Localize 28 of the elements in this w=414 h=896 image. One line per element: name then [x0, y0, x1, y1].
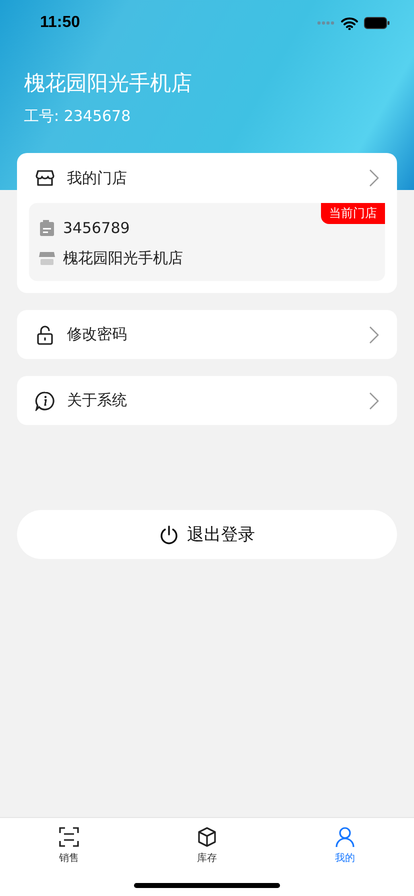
tab-item[interactable]: 我的 [315, 826, 375, 866]
wifi-icon [341, 16, 358, 30]
box-icon [196, 826, 218, 848]
shop-icon [39, 250, 55, 266]
my-store-row[interactable]: 我的门店 [17, 153, 397, 203]
scan-icon [58, 826, 80, 848]
tab-item[interactable]: 库存 [177, 826, 237, 866]
employee-id: 工号: 2345678 [24, 107, 132, 126]
unlock-icon [35, 324, 55, 344]
tab-item[interactable]: 销售 [39, 826, 99, 866]
info-icon [35, 390, 55, 410]
chevron-right-icon [369, 392, 379, 410]
change-password-row[interactable]: 修改密码 [17, 310, 397, 359]
current-store-badge: 当前门店 [321, 203, 385, 224]
chevron-right-icon [369, 326, 379, 344]
power-icon [159, 524, 179, 544]
logout-button[interactable]: 退出登录 [17, 510, 397, 559]
store-code: 3456789 [63, 219, 130, 237]
status-time: 11:50 [40, 14, 80, 32]
signal-icon [317, 21, 335, 25]
clipboard-icon [39, 220, 55, 236]
store-name: 槐花园阳光手机店 [24, 70, 193, 97]
battery-icon [364, 17, 390, 29]
chevron-right-icon [369, 169, 379, 187]
store-icon [35, 168, 55, 188]
user-icon [334, 826, 356, 848]
about-system-row[interactable]: 关于系统 [17, 376, 397, 425]
store-name: 槐花园阳光手机店 [63, 248, 183, 268]
